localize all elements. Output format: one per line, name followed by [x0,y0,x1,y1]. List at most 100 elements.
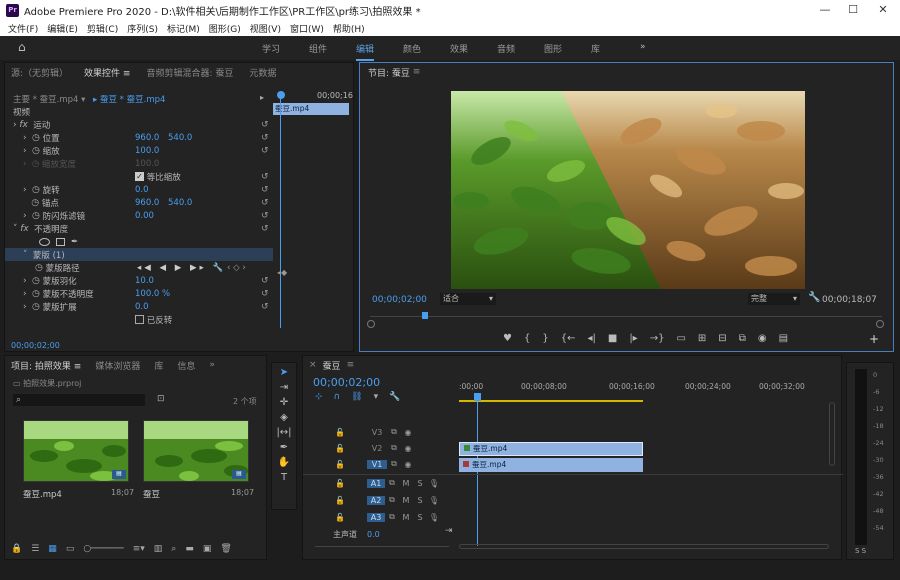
more-workspaces-icon[interactable]: » [640,42,646,52]
maximize-icon[interactable]: ☐ [838,0,868,20]
timeline-ruler[interactable]: :00;00 00;00;08;00 00;00;16;00 00;00;24;… [459,382,839,400]
rectangle-mask-icon[interactable] [56,237,65,246]
lock-icon[interactable]: 🔓 [333,444,347,453]
trash-icon[interactable]: 🗑 [220,544,231,554]
type-tool-icon[interactable]: T [281,472,287,483]
go-to-end-icon[interactable]: ⇥ [445,526,453,536]
menu-sequence[interactable]: 序列(S) [127,22,158,35]
overwrite-icon[interactable]: ⊟ [718,333,726,344]
zoom-slider[interactable]: ○────── [83,544,123,554]
solo-button[interactable]: S [413,496,427,505]
go-to-in-icon[interactable]: {← [561,333,576,344]
program-video-frame[interactable] [451,91,805,289]
position-x-value[interactable]: 960.0 [135,133,159,143]
workspace-editing[interactable]: 编辑 [356,42,375,61]
reset-icon[interactable]: ↺ [261,172,269,182]
slip-tool-icon[interactable]: |↔| [276,427,291,438]
scale-row[interactable]: › ◷ 缩放 100.0 ↺ [5,144,273,157]
lock-icon[interactable]: 🔓 [333,460,347,469]
menu-graphics[interactable]: 图形(G) [209,22,241,35]
master-track-value[interactable]: 0.0 [367,530,380,539]
program-timecode[interactable]: 00;00;02;00 [372,295,427,305]
track-label-a3[interactable]: A3 [367,512,385,522]
playback-resolution-dropdown[interactable]: 完整 ▾ [748,293,800,305]
ripple-edit-tool-icon[interactable]: ✛ [280,397,288,408]
timeline-settings-icon[interactable]: 🔧 [389,392,400,402]
workspace-learn[interactable]: 学习 [262,42,280,55]
step-forward-icon[interactable]: |▸ [629,333,637,344]
hand-tool-icon[interactable]: ✋ [278,457,290,468]
rotation-row[interactable]: › ◷ 旋转 0.0 ↺ [5,183,273,196]
mute-button[interactable]: M [399,496,413,505]
project-search-input[interactable]: ⌕ [13,394,145,406]
clip-selector[interactable]: ▸ 蚕豆 * 蚕豆.mp4 [93,93,165,105]
track-label-v3[interactable]: V3 [367,428,387,437]
menu-edit[interactable]: 编辑(E) [47,22,78,35]
workspace-graphics[interactable]: 图形 [544,42,562,55]
menu-clip[interactable]: 剪辑(C) [87,22,118,35]
timeline-timecode[interactable]: 00;00;02;00 [313,376,380,389]
work-area-bar[interactable] [459,400,643,402]
go-to-out-icon[interactable]: →} [650,333,665,344]
mask-feather-value[interactable]: 10.0 [135,276,154,286]
stop-icon[interactable]: ■ [608,333,617,344]
nest-icon[interactable]: ⊹ [315,392,323,402]
selection-tool-icon[interactable]: ➤ [280,367,288,378]
reset-icon[interactable]: ↺ [261,198,269,208]
opacity-effect-row[interactable]: ˅ fx 不透明度 ↺ [5,222,273,235]
timeline-h-scrollbar[interactable] [459,544,829,549]
settings-wrench-icon[interactable]: 🔧 [808,292,820,303]
freeform-view-icon[interactable]: ▭ [66,544,75,554]
new-bin-icon[interactable]: ⊡ [157,394,165,404]
workspace-audio[interactable]: 音频 [497,42,515,55]
mark-in-icon[interactable]: { [524,333,530,344]
reset-icon[interactable]: ↺ [261,302,269,312]
minimize-icon[interactable]: — [810,0,840,20]
compare-view-icon[interactable]: ⧉ [739,333,746,344]
media-item-name[interactable]: 蚕豆.mp4 [23,488,62,500]
menu-file[interactable]: 文件(F) [8,22,38,35]
solo-button[interactable]: S [413,479,427,488]
insert-icon[interactable]: ⊞ [698,333,706,344]
tab-project[interactable]: 项目: 拍照效果 ≡ [11,359,81,372]
menu-view[interactable]: 视图(V) [250,22,281,35]
reset-icon[interactable]: ↺ [261,289,269,299]
track-label-a2[interactable]: A2 [367,495,385,505]
playhead-marker-icon[interactable] [277,91,285,99]
tab-media-browser[interactable]: 媒体浏览器 [95,359,140,372]
sync-lock-icon[interactable]: ⧉ [387,443,401,453]
mask-path-row[interactable]: ◷ 蒙版路径 ◂◀ ◀ ▶ ▶▸ 🔧 ‹ ◇ › [5,261,273,274]
inverted-row[interactable]: 已反转 [5,313,273,326]
mask-row[interactable]: ˅ 蒙版 (1) [5,248,273,261]
uniform-scale-checkbox[interactable]: ✓ [135,172,144,181]
list-view-icon[interactable]: ☰ [31,544,39,554]
new-item-icon[interactable]: ▣ [203,544,212,554]
timeline-v-scrollbar[interactable] [829,402,835,466]
mini-clip-bar[interactable]: 蚕豆.mp4 [273,103,349,115]
source-selector[interactable]: 主要 * 蚕豆.mp4 ▾ [13,93,85,105]
program-monitor-tab[interactable]: 节目: 蚕豆 ≡ [360,63,893,81]
reset-icon[interactable]: ↺ [261,211,269,221]
icon-view-icon[interactable]: ▦ [48,544,57,554]
track-select-tool-icon[interactable]: ⇥ [280,382,288,393]
menu-window[interactable]: 窗口(W) [290,22,324,35]
solo-button[interactable]: S [413,513,427,522]
reset-icon[interactable]: ↺ [261,146,269,156]
tab-libraries[interactable]: 库 [154,359,163,372]
snap-icon[interactable]: ∩ [334,392,341,402]
anti-flicker-value[interactable]: 0.00 [135,211,154,221]
lock-icon[interactable]: 🔓 [333,428,347,437]
position-y-value[interactable]: 540.0 [168,133,192,143]
pen-tool-icon[interactable]: ✒ [280,442,288,453]
workspace-assembly[interactable]: 组件 [309,42,327,55]
reset-icon[interactable]: ↺ [261,133,269,143]
sequence-item-name[interactable]: 蚕豆 [143,488,160,500]
uniform-scale-row[interactable]: ✓ 等比缩放 ↺ [5,170,273,183]
panel-more-icon[interactable]: » [209,360,215,370]
track-label-a1[interactable]: A1 [367,478,385,488]
lock-icon[interactable]: 🔓 [333,496,347,505]
sync-lock-icon[interactable]: ⧉ [385,495,399,505]
add-button-icon[interactable]: + [869,332,879,346]
anchor-x-value[interactable]: 960.0 [135,198,159,208]
mask-path-controls[interactable]: ◂◀ ◀ ▶ ▶▸ 🔧 [137,263,226,273]
